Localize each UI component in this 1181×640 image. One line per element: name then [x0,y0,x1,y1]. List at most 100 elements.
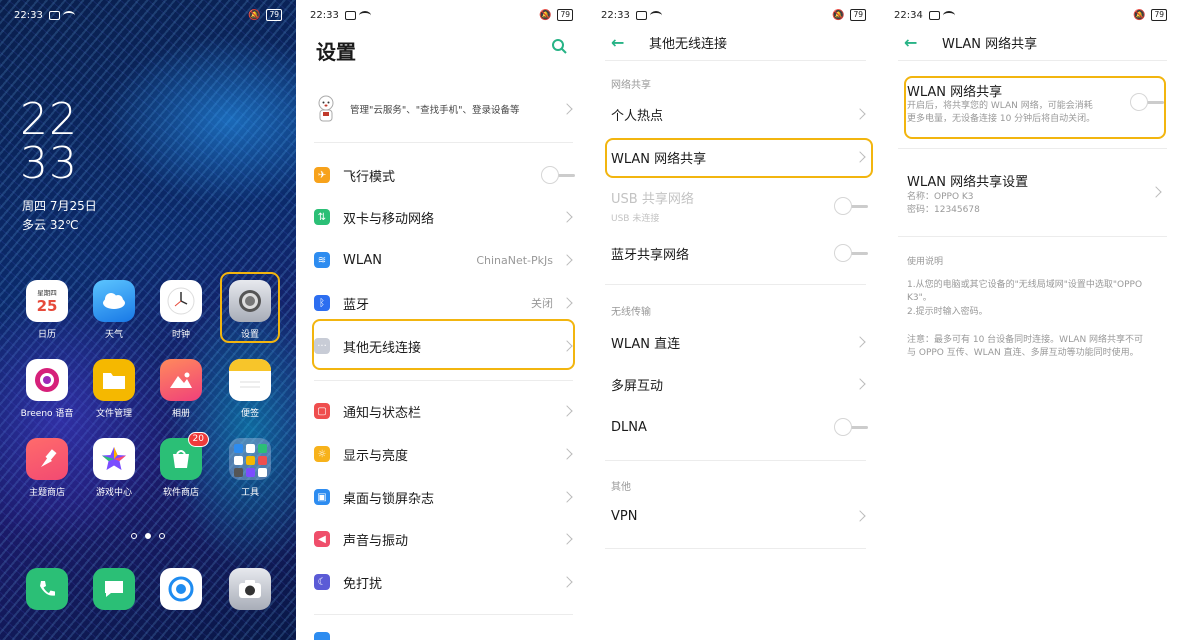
date-text: 周四 7月25日 [22,199,97,213]
page-title: 设置 [316,40,356,64]
page-dot-active[interactable] [145,533,151,539]
brightness-icon: ☼ [314,446,330,462]
multiscreen-row[interactable]: 多屏互动 [611,363,870,405]
app-files[interactable]: 文件管理 [85,359,143,419]
other-wireless-highlight [312,319,575,370]
setting-wallpaper[interactable]: ▣ 桌面与锁屏杂志 [314,476,577,518]
status-time: 22:33 [310,9,339,21]
setting-do-not-disturb[interactable]: ☾ 免打扰 [314,561,577,603]
dock-camera[interactable] [221,568,279,610]
moon-icon: ☾ [314,574,330,590]
setting-airplane-mode[interactable]: ✈ 飞行模式 [314,154,577,196]
home-screen: 22:33 🔕 79 22 33 周四 7月25日 多云 32℃ 星期四 25 日… [0,0,296,640]
settings-highlight [220,272,280,343]
battery-icon: 79 [266,9,282,21]
dlna-toggle[interactable] [834,418,868,436]
airplane-toggle[interactable] [541,166,575,184]
app-tools-folder[interactable]: 工具 [221,438,279,498]
setting-display[interactable]: ☼ 显示与亮度 [314,433,577,475]
clock-minute: 33 [20,138,78,189]
status-bar: 22:34 🔕 79 [894,6,1167,24]
breeno-icon [26,359,68,401]
hotspot-row[interactable]: 个人热点 [611,93,870,135]
usage-step-1: 1.从您的电脑或其它设备的"无线局域网"设置中选取"OPPO [907,280,1143,290]
account-description: 管理"云服务"、"查找手机"、登录设备等 [350,105,520,116]
dock-messages[interactable] [85,568,143,610]
page-indicator[interactable] [0,533,296,539]
divider [898,60,1167,61]
page-title: WLAN 网络共享 [942,37,1038,52]
account-row[interactable]: 管理"云服务"、"查找手机"、登录设备等 [314,88,577,130]
chevron-right-icon [1150,186,1162,198]
wifi-icon [62,10,75,20]
star-icon [93,438,135,480]
setting-sound[interactable]: ◀ 声音与振动 [314,518,577,560]
divider [605,548,866,549]
divider [605,460,866,461]
status-bar: 22:33 🔕 79 [310,6,573,24]
setting-wlan[interactable]: ≋ WLAN ChinaNet-PkJs [314,239,577,281]
setting-bluetooth[interactable]: ᛒ 蓝牙 关闭 [314,282,577,324]
brush-icon [26,438,68,480]
screenshot-icon [635,10,647,20]
folder-icon [93,359,135,401]
vpn-row[interactable]: VPN [611,495,870,537]
status-bar: 22:33 🔕 79 [601,6,866,24]
chevron-right-icon [854,510,866,522]
dock-phone[interactable] [18,568,76,610]
app-notes[interactable]: 便签 [221,359,279,419]
dock-browser[interactable] [152,568,210,610]
wlan-share-screen: 22:34 🔕 79 ← WLAN 网络共享 WLAN 网络共享 开启后，将共享您… [880,0,1181,640]
wifi-icon [649,10,662,20]
search-icon[interactable] [551,38,567,54]
back-arrow-icon[interactable]: ← [904,33,917,52]
avatar [318,95,334,122]
app-themes[interactable]: 主题商店 [18,438,76,498]
status-time: 22:33 [14,9,43,21]
app-game-center[interactable]: 游戏中心 [85,438,143,498]
other-wireless-screen: 22:33 🔕 79 ← 其他无线连接 网络共享 个人热点 WLAN 网络共享 U… [587,0,880,640]
section-network-share: 网络共享 [611,80,651,91]
clock-icon [160,280,202,322]
screenshot-icon [48,10,60,20]
tools-folder-icon [229,438,271,480]
screenshot-icon [344,10,356,20]
chevron-right-icon [561,576,573,588]
usage-step-1-cont: K3"。 [907,293,932,303]
back-arrow-icon[interactable]: ← [611,33,624,52]
chevron-right-icon [561,103,573,115]
divider [605,60,866,61]
airplane-icon: ✈ [314,167,330,183]
chevron-right-icon [561,448,573,460]
app-breeno[interactable]: Breeno 语音 [18,359,76,419]
weather-text: 多云 32℃ [22,218,79,232]
page-dot[interactable] [131,533,137,539]
section-wireless-transfer: 无线传输 [611,307,651,318]
weather-icon [93,280,135,322]
setting-sim-network[interactable]: ⇅ 双卡与移动网络 [314,196,577,238]
chevron-right-icon [854,336,866,348]
mute-icon: 🔕 [1133,9,1146,21]
usb-share-toggle[interactable] [834,197,868,215]
setting-notifications[interactable]: ▢ 通知与状态栏 [314,390,577,432]
app-store[interactable]: 20 软件商店 [152,432,210,498]
bt-share-row[interactable]: 蓝牙共享网络 [611,232,870,274]
bt-share-toggle[interactable] [834,244,868,262]
usb-share-row[interactable]: USB 共享网络 USB 未连接 [611,186,870,226]
app-clock[interactable]: 时钟 [152,280,210,340]
calendar-icon: 星期四 25 [26,280,68,322]
gallery-icon [160,359,202,401]
wlan-direct-row[interactable]: WLAN 直连 [611,321,870,363]
page-title: 其他无线连接 [649,37,728,52]
dlna-row[interactable]: DLNA [611,406,870,448]
app-weather[interactable]: 天气 [85,280,143,340]
chevron-right-icon [561,491,573,503]
chevron-right-icon [854,108,866,120]
lock-clock: 22 33 [20,98,78,186]
app-gallery[interactable]: 相册 [152,359,210,419]
screenshot-icon [928,10,940,20]
app-calendar[interactable]: 星期四 25 日历 [18,280,76,340]
status-bar: 22:33 🔕 79 [14,6,282,24]
divider [314,142,573,143]
page-dot[interactable] [159,533,165,539]
